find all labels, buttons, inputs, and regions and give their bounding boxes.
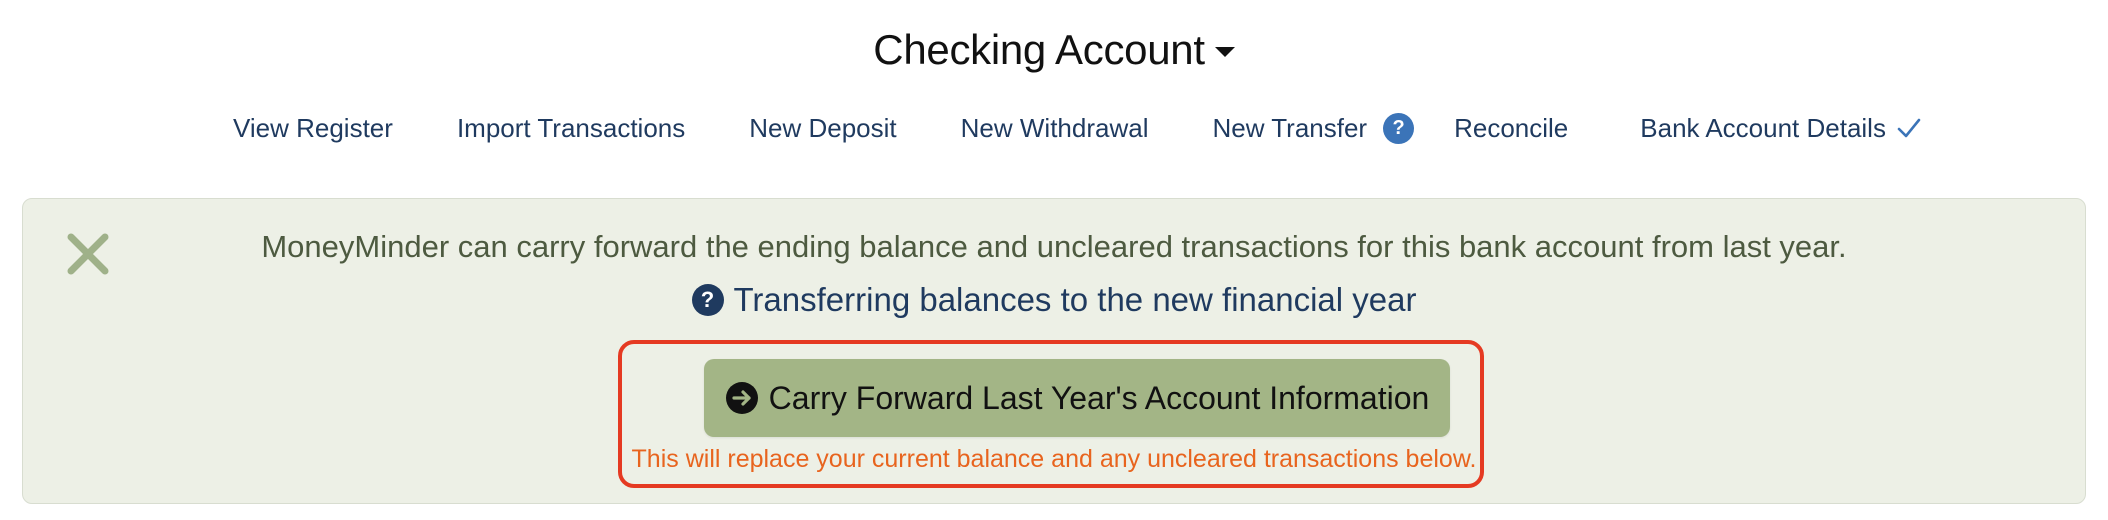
nav-view-register[interactable]: View Register <box>233 113 393 144</box>
banner-message: MoneyMinder can carry forward the ending… <box>261 229 1847 264</box>
carry-forward-button[interactable]: Carry Forward Last Year's Account Inform… <box>704 359 1450 437</box>
help-link-label: Transferring balances to the new financi… <box>733 281 1417 318</box>
nav-bank-account-details[interactable]: Bank Account Details <box>1640 113 1922 144</box>
caret-down-icon <box>1214 47 1235 57</box>
arrow-right-circle-icon <box>725 382 758 414</box>
nav-import-transactions[interactable]: Import Transactions <box>457 113 685 144</box>
nav-bank-account-details-label: Bank Account Details <box>1640 112 1886 143</box>
account-title: Checking Account <box>873 26 1205 73</box>
carry-forward-button-label: Carry Forward Last Year's Account Inform… <box>768 379 1430 416</box>
page: Checking Account View Register Import Tr… <box>0 0 2108 520</box>
carry-forward-warning: This will replace your current balance a… <box>631 445 1477 473</box>
nav-reconcile[interactable]: Reconcile <box>1454 113 1568 144</box>
nav-new-deposit[interactable]: New Deposit <box>749 113 896 144</box>
carry-forward-banner: MoneyMinder can carry forward the ending… <box>22 198 2086 504</box>
nav-new-withdrawal[interactable]: New Withdrawal <box>961 113 1149 144</box>
header: Checking Account <box>0 22 2108 78</box>
question-circle-icon: ? <box>691 284 724 316</box>
account-nav: View Register Import Transactions New De… <box>233 108 1922 148</box>
check-icon <box>1897 118 1921 138</box>
help-link-transferring-balances[interactable]: ? Transferring balances to the new finan… <box>23 281 2085 319</box>
question-circle-icon[interactable]: ? <box>1383 112 1415 144</box>
nav-new-transfer[interactable]: New Transfer <box>1212 113 1367 144</box>
account-selector[interactable]: Checking Account <box>873 26 1235 74</box>
